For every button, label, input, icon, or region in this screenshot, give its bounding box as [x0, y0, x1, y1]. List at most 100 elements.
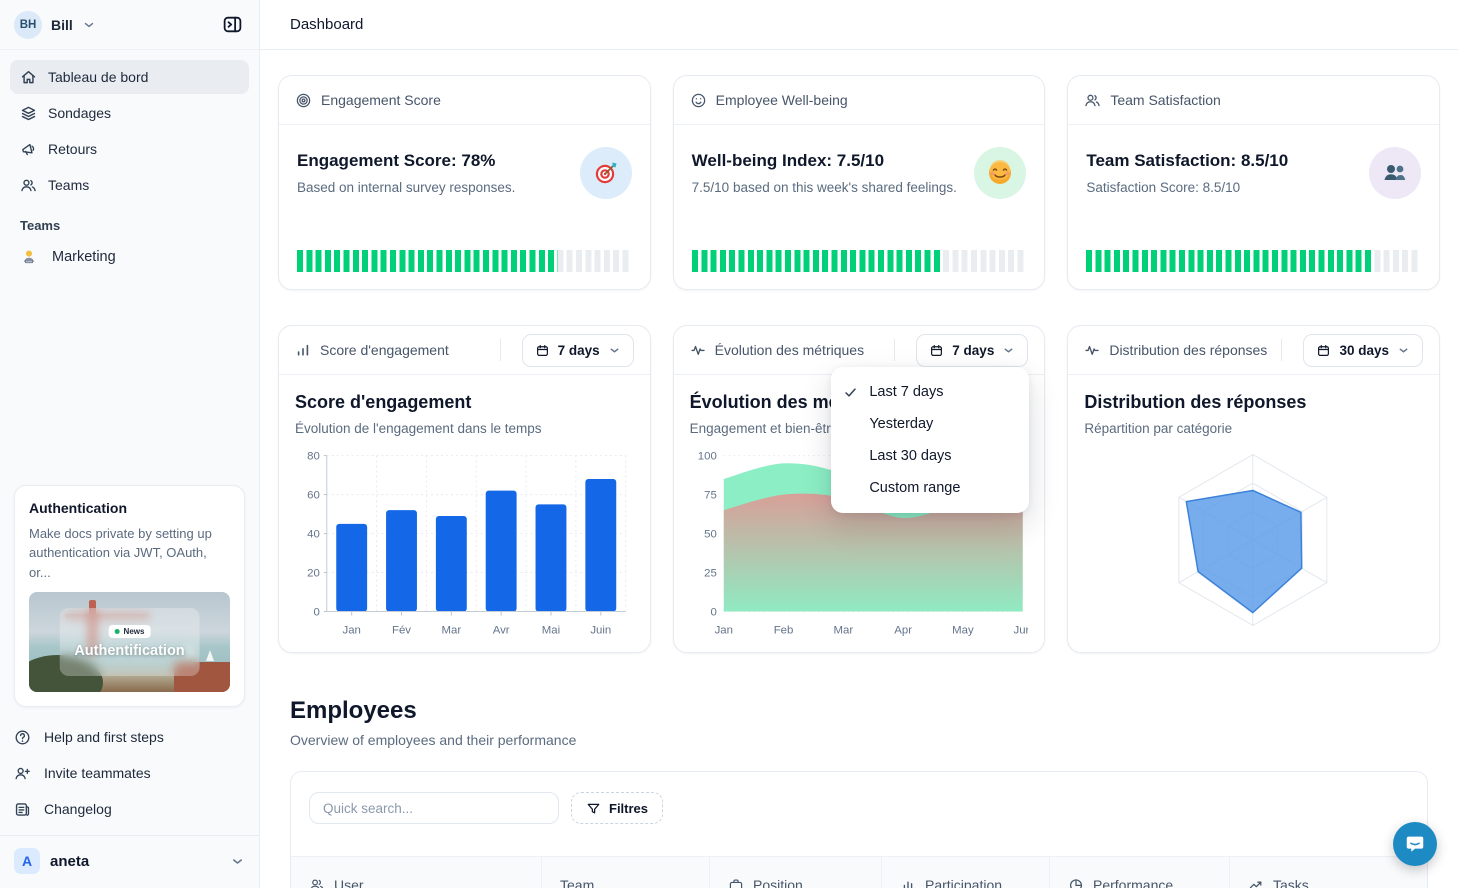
person-laptop-emoji-icon	[20, 248, 38, 266]
chevron-down-icon	[1002, 344, 1015, 357]
workspace-avatar: A	[14, 848, 40, 874]
bar-chart-icon	[295, 342, 311, 358]
menu-item-label: Last 7 days	[869, 384, 943, 400]
sidebar-item-label: Sondages	[48, 105, 111, 121]
column-label: Position	[753, 877, 803, 888]
kpi-progress-bar	[692, 250, 1027, 272]
sidebar-user-row: BH Bill	[0, 0, 259, 50]
menu-item-last-30-days[interactable]: Last 30 days	[831, 440, 1029, 472]
column-label: Tasks	[1273, 877, 1309, 888]
promo-image-caption: Authentification	[74, 643, 184, 659]
chevron-down-icon	[608, 344, 621, 357]
range-selector-button[interactable]: 7 days	[522, 334, 634, 367]
chart-row: Score d'engagement 7 days Score d'engage…	[278, 325, 1440, 653]
svg-text:Feb: Feb	[773, 624, 793, 636]
sidebar-item-sondages[interactable]: Sondages	[10, 96, 249, 130]
header-divider	[894, 339, 895, 361]
chart-header-label: Score d'engagement	[320, 342, 449, 358]
sidebar-item-tableau-de-bord[interactable]: Tableau de bord	[10, 60, 249, 94]
filters-button[interactable]: Filtres	[571, 792, 663, 824]
svg-text:Jan: Jan	[342, 624, 360, 636]
search-input[interactable]	[309, 792, 559, 824]
menu-item-last-7-days[interactable]: Last 7 days	[831, 376, 1029, 408]
sidebar-item-changelog[interactable]: Changelog	[14, 791, 245, 827]
activity-icon	[1084, 342, 1100, 358]
svg-text:Avr: Avr	[493, 624, 510, 636]
avatar[interactable]: BH	[14, 11, 42, 39]
range-selector-button[interactable]: 30 days	[1303, 334, 1423, 367]
chat-widget-button[interactable]	[1393, 822, 1437, 866]
menu-item-label: Custom range	[869, 480, 960, 496]
activity-icon	[690, 342, 706, 358]
sidebar-collapse-button[interactable]	[219, 12, 245, 38]
sidebar-footer: Help and first steps Invite teammates Ch…	[0, 717, 259, 827]
svg-text:50: 50	[704, 529, 717, 541]
svg-text:40: 40	[307, 529, 320, 541]
home-icon	[20, 69, 37, 86]
sidebar-item-marketing[interactable]: Marketing	[0, 239, 259, 275]
sidebar-section-teams: Teams	[0, 204, 259, 239]
column-header-participation[interactable]: Participation	[881, 857, 1049, 888]
users-icon	[309, 877, 325, 888]
sidebar: BH Bill Tableau de bord Sondages Retours…	[0, 0, 260, 888]
column-header-position[interactable]: Position	[709, 857, 881, 888]
table-toolbar: Filtres	[291, 772, 1427, 844]
svg-text:Mai: Mai	[542, 624, 560, 636]
chart-body: Score d'engagement Évolution de l'engage…	[279, 375, 650, 640]
promo-image-bridge: News Authentification	[29, 592, 230, 692]
range-selector-button[interactable]: 7 days	[916, 334, 1028, 367]
header-divider	[1281, 339, 1282, 361]
column-header-user[interactable]: User	[291, 857, 541, 888]
kpi-header-label: Engagement Score	[321, 92, 441, 108]
promo-card-authentication[interactable]: Authentication Make docs private by sett…	[14, 485, 245, 708]
chart-subtitle: Évolution de l'engagement dans le temps	[295, 421, 634, 436]
svg-text:Juin: Juin	[590, 624, 611, 636]
bar-chart-icon	[900, 877, 916, 888]
user-name[interactable]: Bill	[51, 17, 73, 33]
menu-item-yesterday[interactable]: Yesterday	[831, 408, 1029, 440]
chat-bubble-icon	[1404, 833, 1426, 855]
kpi-progress-bar	[1086, 250, 1421, 272]
column-label: Performance	[1093, 877, 1173, 888]
promo-body: Make docs private by setting up authenti…	[29, 524, 230, 583]
kpi-progress-fill	[692, 250, 943, 272]
column-header-performance[interactable]: Performance	[1049, 857, 1229, 888]
workspace-switcher[interactable]: A aneta	[0, 835, 259, 888]
footer-item-label: Invite teammates	[44, 765, 151, 781]
chevron-down-icon	[82, 18, 96, 32]
sidebar-item-retours[interactable]: Retours	[10, 132, 249, 166]
svg-text:Apr: Apr	[894, 624, 912, 636]
chart-body: Distribution des réponses Répartition pa…	[1068, 375, 1439, 645]
kpi-row: Engagement Score Engagement Score: 78% B…	[278, 75, 1440, 290]
sailboat-shape	[206, 650, 214, 661]
kpi-card-header: Engagement Score	[279, 76, 650, 125]
trending-up-icon	[1248, 877, 1264, 888]
kpi-card-engagement: Engagement Score Engagement Score: 78% B…	[278, 75, 651, 290]
svg-text:Jan: Jan	[714, 624, 732, 636]
employees-table-card: Filtres User Team Position Participation	[290, 771, 1428, 888]
kpi-header-label: Team Satisfaction	[1110, 92, 1221, 108]
sidebar-item-invite[interactable]: Invite teammates	[14, 755, 245, 791]
chevron-down-icon	[1397, 344, 1410, 357]
sidebar-item-help[interactable]: Help and first steps	[14, 719, 245, 755]
topbar: Dashboard	[260, 0, 1458, 50]
news-badge: News	[109, 625, 151, 638]
layers-icon	[20, 105, 37, 122]
kpi-card-header: Team Satisfaction	[1068, 76, 1439, 125]
column-header-team[interactable]: Team	[541, 857, 709, 888]
avatar-initials: BH	[20, 19, 37, 31]
menu-item-custom-range[interactable]: Custom range	[831, 472, 1029, 504]
kpi-card-satisfaction: Team Satisfaction Team Satisfaction: 8.5…	[1067, 75, 1440, 290]
svg-text:60: 60	[307, 490, 320, 502]
green-dot-icon	[115, 629, 120, 634]
menu-item-label: Yesterday	[869, 416, 933, 432]
workspace-initial: A	[22, 853, 32, 869]
calendar-icon	[929, 343, 944, 358]
users-icon	[1084, 92, 1101, 109]
engagement-bar-chart: 020406080JanFévMarAvrMaiJuin	[295, 445, 634, 640]
sidebar-item-teams[interactable]: Teams	[10, 168, 249, 202]
header-divider	[500, 339, 501, 361]
column-header-tasks[interactable]: Tasks	[1229, 857, 1427, 888]
briefcase-icon	[728, 877, 744, 888]
chevron-down-icon	[230, 854, 245, 869]
